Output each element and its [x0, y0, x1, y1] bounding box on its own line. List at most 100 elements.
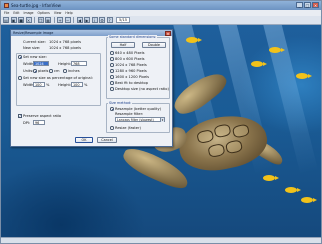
- paste-icon[interactable]: ▦: [45, 17, 51, 23]
- dim-1600x1200-radio[interactable]: [110, 75, 114, 79]
- units-pixels-radio[interactable]: [33, 69, 37, 73]
- dim-800x600-label: 800 x 600 Pixels: [115, 57, 145, 61]
- set-new-size-label: Set new size:: [23, 55, 47, 59]
- height-label: Height:: [58, 62, 72, 66]
- width-input[interactable]: 1024: [33, 61, 49, 66]
- current-size-label: Current size:: [23, 40, 46, 44]
- percentage-label: Set new size as percentage of original:: [23, 76, 93, 80]
- menu-help[interactable]: Help: [65, 11, 72, 15]
- window-controls: _ □ ×: [296, 2, 319, 8]
- resample-filter-label: Resample filter:: [115, 112, 144, 116]
- menu-view[interactable]: View: [54, 11, 62, 15]
- copy-icon[interactable]: ❐: [37, 17, 44, 23]
- previous-icon[interactable]: ◀: [76, 17, 83, 23]
- units-inches-radio[interactable]: [63, 69, 67, 73]
- title-bar: Sea-turtle.jpg - IrfanView _ □ ×: [1, 1, 321, 10]
- toolbar: ▤ ▣ ■ × ❐ ▦ + − ◀ ▶ i ⚙ ? 5/15: [1, 16, 321, 25]
- slideshow-icon[interactable]: ▣: [10, 17, 17, 23]
- fish: [296, 73, 312, 79]
- dim-1280x960-label: 1280 x 960 Pixels: [115, 69, 147, 73]
- dim-1600x1200-label: 1600 x 1200 Pixels: [115, 75, 150, 79]
- toolbar-separator: [34, 17, 35, 23]
- units-cm-label: cm: [54, 69, 60, 73]
- help-icon[interactable]: ?: [106, 17, 113, 23]
- new-size-value: 1024 x 768 pixels: [49, 46, 81, 50]
- units-pixels-label: pixels: [38, 69, 49, 73]
- status-bar: [1, 237, 321, 243]
- open-icon[interactable]: ▤: [3, 17, 9, 23]
- pct-height-label: Height:: [58, 83, 72, 87]
- menu-options[interactable]: Options: [38, 11, 50, 15]
- desktop-size-radio[interactable]: [110, 87, 114, 91]
- fish: [269, 47, 285, 53]
- chevron-down-icon[interactable]: ▾: [160, 118, 164, 122]
- app-icon: [4, 3, 9, 8]
- resize-label: Resize (faster): [115, 126, 141, 130]
- image-counter: 5/15: [116, 17, 131, 23]
- percentage-radio[interactable]: [18, 76, 22, 80]
- units-cm-radio[interactable]: [49, 69, 53, 73]
- zoom-out-icon[interactable]: −: [64, 17, 71, 23]
- menu-image[interactable]: Image: [24, 11, 34, 15]
- delete-icon[interactable]: ×: [25, 17, 32, 23]
- dim-1024x768-label: 1024 x 768 Pixels: [115, 63, 147, 67]
- dpi-label: DPI:: [23, 121, 31, 125]
- menu-file[interactable]: File: [4, 11, 9, 15]
- toolbar-separator: [53, 17, 55, 23]
- half-button[interactable]: Half: [111, 42, 135, 48]
- info-icon[interactable]: i: [91, 17, 98, 23]
- current-size-value: 1024 x 768 pixels: [49, 40, 81, 44]
- dim-800x600-radio[interactable]: [110, 57, 114, 61]
- height-input[interactable]: 768: [71, 61, 87, 66]
- pct-width-input[interactable]: 100: [33, 82, 45, 87]
- save-icon[interactable]: ■: [18, 17, 24, 23]
- shell-plate: [224, 139, 244, 155]
- resize-radio[interactable]: [110, 126, 114, 130]
- window-title: Sea-turtle.jpg - IrfanView: [11, 3, 61, 8]
- pct-width-unit: %: [46, 83, 50, 87]
- dpi-input[interactable]: 96: [33, 120, 45, 125]
- settings-icon[interactable]: ⚙: [99, 17, 105, 23]
- fish: [285, 187, 301, 193]
- shell-plate: [196, 129, 215, 145]
- fish: [186, 37, 202, 43]
- dim-640x480-radio[interactable]: [110, 51, 114, 55]
- desktop-size-label: Desktop size (no aspect ratio): [115, 87, 169, 91]
- resample-filter-select[interactable]: Lanczos filter (slowest) ▾: [115, 117, 165, 122]
- dim-640x480-label: 640 x 480 Pixels: [115, 51, 145, 55]
- fish: [251, 61, 267, 67]
- size-method-title: Size method:: [108, 101, 133, 105]
- preserve-aspect-label: Preserve aspect ratio: [23, 114, 62, 118]
- shell-plate: [207, 143, 226, 159]
- resize-dialog: Resize/Resample Image × Current size: 10…: [10, 29, 173, 147]
- best-fit-radio[interactable]: [110, 81, 114, 85]
- maximize-icon[interactable]: □: [304, 2, 311, 8]
- preserve-aspect-checkbox[interactable]: ✓: [18, 114, 22, 118]
- menu-edit[interactable]: Edit: [13, 11, 19, 15]
- dim-1024x768-radio[interactable]: [110, 63, 114, 67]
- close-icon[interactable]: ×: [312, 2, 319, 8]
- set-new-size-radio[interactable]: [18, 55, 22, 59]
- toolbar-separator: [73, 17, 74, 23]
- pct-height-unit: %: [84, 83, 88, 87]
- app-window: Sea-turtle.jpg - IrfanView _ □ × File Ed…: [0, 0, 322, 244]
- ok-button[interactable]: OK: [75, 137, 93, 143]
- resample-radio[interactable]: [110, 107, 114, 111]
- fish: [301, 197, 317, 203]
- zoom-in-icon[interactable]: +: [57, 17, 63, 23]
- resample-label: Resample (better quality): [115, 107, 161, 111]
- new-size-label: New size:: [23, 46, 41, 50]
- pct-height-input[interactable]: 100: [71, 82, 83, 87]
- dialog-title: Resize/Resample Image: [13, 31, 54, 35]
- fish: [263, 175, 279, 181]
- dim-1280x960-radio[interactable]: [110, 69, 114, 73]
- shell-plate: [213, 123, 232, 139]
- dialog-close-icon[interactable]: ×: [165, 30, 171, 36]
- double-button[interactable]: Double: [142, 42, 166, 48]
- cancel-button[interactable]: Cancel: [97, 137, 117, 143]
- best-fit-label: Best fit to desktop: [115, 81, 149, 85]
- resample-filter-value: Lanczos filter (slowest): [117, 118, 154, 122]
- minimize-icon[interactable]: _: [296, 2, 303, 8]
- shell-plate: [231, 123, 250, 139]
- next-icon[interactable]: ▶: [84, 17, 90, 23]
